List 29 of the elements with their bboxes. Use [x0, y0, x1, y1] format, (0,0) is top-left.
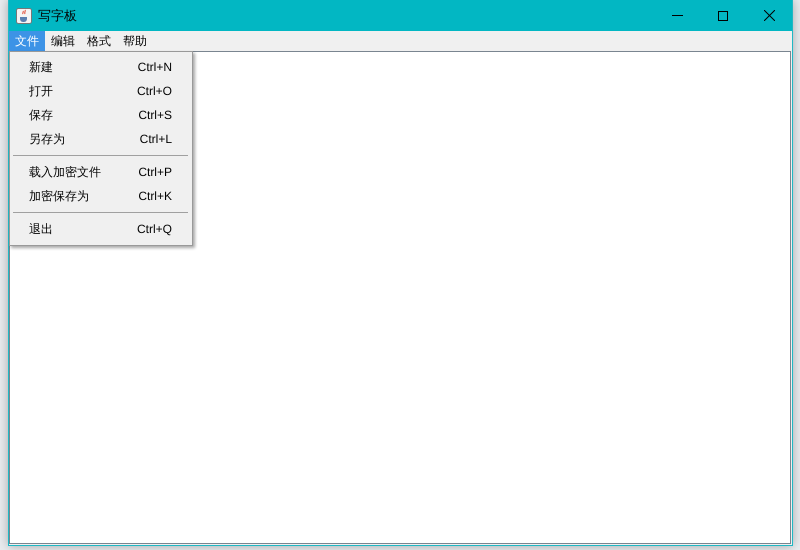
shortcut-label: Ctrl+Q [136, 222, 172, 236]
menu-item-label: 加密保存为 [29, 188, 89, 204]
shortcut-label: Ctrl+P [138, 165, 172, 179]
close-icon [764, 10, 774, 21]
shortcut-label: Ctrl+K [138, 189, 172, 203]
menu-item[interactable]: 另存为 Ctrl+L [10, 127, 192, 151]
menu-item[interactable]: 载入加密文件 Ctrl+P [10, 160, 192, 184]
minimize-icon [672, 15, 682, 16]
window-title: 写字板 [38, 8, 78, 24]
menu-item-label: 保存 [29, 106, 53, 124]
maximize-icon [718, 10, 728, 20]
shortcut-label: Ctrl+S [138, 108, 172, 122]
menu-item[interactable]: 新建 Ctrl+N [10, 55, 192, 79]
menu-item-label: 新建 [29, 58, 53, 76]
cup-icon [16, 8, 32, 24]
menu-item[interactable]: 加密保存为 Ctrl+K [10, 184, 192, 208]
menu-item-label: 载入加密文件 [29, 164, 101, 180]
menu-item[interactable]: 打开 Ctrl+O [10, 79, 192, 103]
menu-title[interactable]: 编辑 [45, 31, 81, 51]
shortcut-label: Ctrl+L [140, 132, 172, 146]
menu-title[interactable]: 帮助 [117, 31, 153, 51]
menu-item[interactable]: 保存 Ctrl+S [10, 103, 192, 127]
menu-item-label: 打开 [29, 82, 53, 100]
menu-item-label: 另存为 [29, 130, 65, 148]
menu-item[interactable]: 退出 Ctrl+Q [10, 217, 192, 241]
menu-title[interactable]: 格式 [81, 31, 117, 51]
shortcut-label: Ctrl+O [136, 84, 172, 98]
shortcut-label: Ctrl+N [138, 60, 172, 74]
menu-item-label: 退出 [29, 220, 53, 238]
